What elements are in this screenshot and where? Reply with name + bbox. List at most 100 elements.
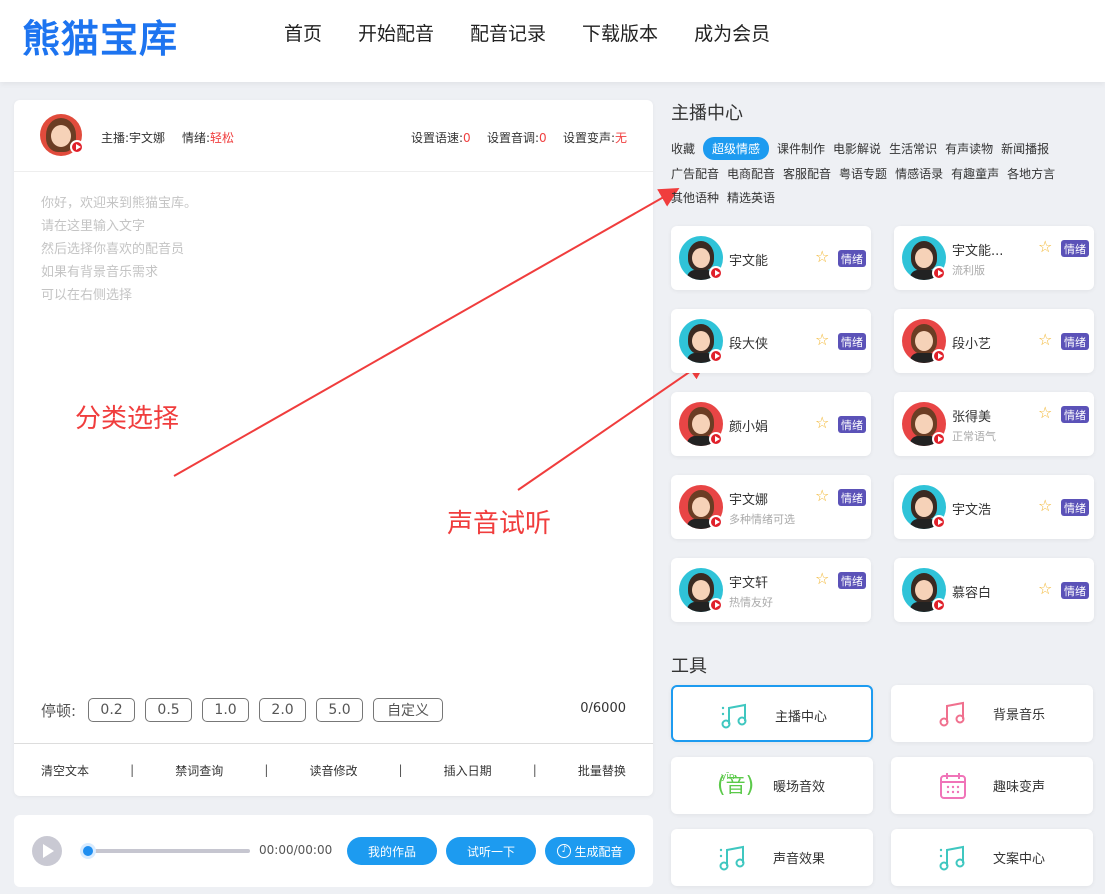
tool-warmup-sound[interactable]: yīn (音) 暖场音效 (671, 757, 873, 814)
category-tab[interactable]: 粤语专题 (839, 165, 887, 182)
voice-play-icon[interactable] (709, 432, 723, 446)
favorite-star-icon[interactable]: ☆ (815, 247, 829, 266)
voice-card[interactable]: 慕容白☆情绪 (894, 558, 1094, 622)
voice-play-icon[interactable] (932, 432, 946, 446)
pause-1-0-button[interactable]: 1.0 (202, 698, 249, 722)
tool-label: 文案中心 (993, 848, 1045, 867)
category-tab[interactable]: 其他语种 (671, 189, 719, 206)
pitch-setting[interactable]: 设置音调:0 (487, 129, 547, 146)
divider: | (399, 763, 403, 777)
banned-words-button[interactable]: 禁词查询 (175, 762, 223, 779)
pitch-value: 0 (539, 131, 547, 145)
pause-custom-button[interactable]: 自定义 (373, 698, 443, 722)
clear-text-button[interactable]: 清空文本 (41, 762, 89, 779)
voice-card[interactable]: 段小艺☆情绪 (894, 309, 1094, 373)
tool-copywriting-center[interactable]: 文案中心 (891, 829, 1093, 886)
favorite-star-icon[interactable]: ☆ (815, 569, 829, 588)
voice-play-icon[interactable] (932, 349, 946, 363)
voice-name: 宇文浩 (952, 499, 991, 518)
favorite-star-icon[interactable]: ☆ (815, 330, 829, 349)
tool-background-music[interactable]: 背景音乐 (891, 685, 1093, 742)
voice-card[interactable]: 段大侠☆情绪 (671, 309, 871, 373)
category-tab[interactable]: 有趣童声 (951, 165, 999, 182)
voice-card[interactable]: 宇文浩☆情绪 (894, 475, 1094, 539)
favorite-star-icon[interactable]: ☆ (1038, 237, 1052, 256)
batch-replace-button[interactable]: 批量替换 (578, 762, 626, 779)
category-row-2: 广告配音 电商配音 客服配音 粤语专题 情感语录 有趣童声 各地方言 (671, 165, 1063, 182)
divider: | (130, 763, 134, 777)
voice-subtitle: 流利版 (952, 262, 985, 278)
pause-5-0-button[interactable]: 5.0 (316, 698, 363, 722)
emotion-tag: 情绪 (838, 489, 866, 506)
voice-card[interactable]: 张得美正常语气☆情绪 (894, 392, 1094, 456)
play-icon[interactable] (32, 836, 62, 866)
emotion-tag: 情绪 (1061, 333, 1089, 350)
voice-card[interactable]: 宇文轩热情友好☆情绪 (671, 558, 871, 622)
category-tab[interactable]: 精选英语 (727, 189, 775, 206)
progress-track[interactable] (84, 849, 250, 853)
voice-change-setting[interactable]: 设置变声:无 (563, 129, 627, 146)
mood-setting[interactable]: 情绪:轻松 (182, 129, 234, 146)
category-tab[interactable]: 电商配音 (727, 165, 775, 182)
voice-name: 宇文娜 (729, 489, 768, 508)
mood-value: 轻松 (210, 131, 234, 145)
tool-sound-effects[interactable]: 声音效果 (671, 829, 873, 886)
progress-knob[interactable] (80, 843, 96, 859)
favorite-star-icon[interactable]: ☆ (1038, 579, 1052, 598)
divider: | (533, 763, 537, 777)
generate-button[interactable]: ♪生成配音 (545, 837, 635, 865)
category-tab[interactable]: 课件制作 (777, 140, 825, 157)
voice-card[interactable]: 颜小娟☆情绪 (671, 392, 871, 456)
category-tab[interactable]: 广告配音 (671, 165, 719, 182)
text-input-area[interactable]: 你好，欢迎来到熊猫宝库。 请在这里输入文字 然后选择你喜欢的配音员 如果有背景音… (41, 192, 197, 307)
category-tab[interactable]: 收藏 (671, 140, 695, 157)
voice-card[interactable]: 宇文能...流利版☆情绪 (894, 226, 1094, 290)
speed-setting[interactable]: 设置语速:0 (411, 129, 471, 146)
tool-anchor-center[interactable]: 主播中心 (671, 685, 873, 742)
category-tab[interactable]: 新闻播报 (1001, 140, 1049, 157)
pronunciation-button[interactable]: 读音修改 (309, 762, 357, 779)
pause-0-2-button[interactable]: 0.2 (88, 698, 135, 722)
category-tab[interactable]: 有声读物 (945, 140, 993, 157)
category-tab[interactable]: 情感语录 (895, 165, 943, 182)
pause-options: 停顿: 0.2 0.5 1.0 2.0 5.0 自定义 (41, 698, 453, 722)
category-tab[interactable]: 客服配音 (783, 165, 831, 182)
voice-play-icon[interactable] (709, 349, 723, 363)
favorite-star-icon[interactable]: ☆ (1038, 330, 1052, 349)
category-tab[interactable]: 各地方言 (1007, 165, 1055, 182)
voice-card[interactable]: 宇文能☆情绪 (671, 226, 871, 290)
insert-date-button[interactable]: 插入日期 (444, 762, 492, 779)
voice-card[interactable]: 宇文娜多种情绪可选☆情绪 (671, 475, 871, 539)
category-tab[interactable]: 生活常识 (889, 140, 937, 157)
voice-play-icon[interactable] (932, 515, 946, 529)
favorite-star-icon[interactable]: ☆ (815, 486, 829, 505)
favorite-star-icon[interactable]: ☆ (1038, 403, 1052, 422)
tool-fun-voice-change[interactable]: 趣味变声 (891, 757, 1093, 814)
pause-2-0-button[interactable]: 2.0 (259, 698, 306, 722)
nav-home[interactable]: 首页 (284, 20, 322, 48)
logo[interactable]: 熊猫宝库 (22, 8, 178, 63)
voice-play-icon[interactable] (932, 598, 946, 612)
placeholder-line: 你好，欢迎来到熊猫宝库。 (41, 192, 197, 215)
char-counter: 0/6000 (580, 701, 626, 716)
my-works-button[interactable]: 我的作品 (347, 837, 437, 865)
voice-play-icon[interactable] (709, 515, 723, 529)
nav-dubbing-records[interactable]: 配音记录 (470, 20, 546, 48)
category-tab[interactable]: 电影解说 (833, 140, 881, 157)
nav-membership[interactable]: 成为会员 (694, 20, 770, 48)
placeholder-line: 可以在右侧选择 (41, 284, 197, 307)
pitch-label: 设置音调: (487, 131, 539, 145)
nav-download[interactable]: 下载版本 (582, 20, 658, 48)
favorite-star-icon[interactable]: ☆ (1038, 496, 1052, 515)
voice-play-icon[interactable] (709, 598, 723, 612)
voice-play-icon[interactable] (709, 266, 723, 280)
category-tab-active[interactable]: 超级情感 (703, 137, 769, 160)
voice-play-icon[interactable] (932, 266, 946, 280)
try-listen-button[interactable]: 试听一下 (446, 837, 536, 865)
time-display: 00:00/00:00 (259, 843, 332, 857)
favorite-star-icon[interactable]: ☆ (815, 413, 829, 432)
pause-0-5-button[interactable]: 0.5 (145, 698, 192, 722)
editor-toolbar: 清空文本 | 禁词查询 | 读音修改 | 插入日期 | 批量替换 (14, 743, 653, 796)
anchor-play-icon[interactable] (70, 140, 84, 154)
nav-start-dubbing[interactable]: 开始配音 (358, 20, 434, 48)
